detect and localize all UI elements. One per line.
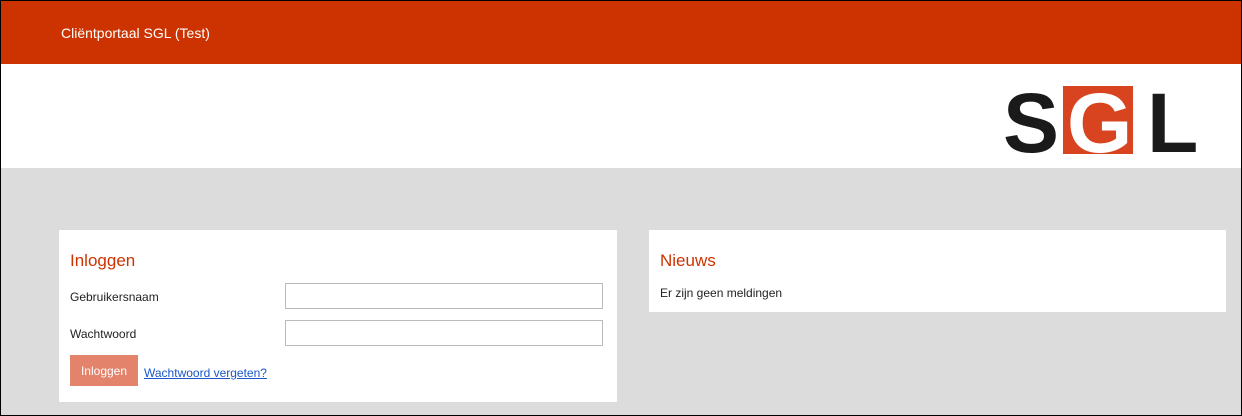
password-label: Wachtwoord	[70, 327, 137, 341]
news-panel: Nieuws Er zijn geen meldingen	[649, 230, 1226, 312]
app-title: Cliëntportaal SGL (Test)	[61, 25, 210, 41]
login-panel: Inloggen Gebruikersnaam Wachtwoord Inlog…	[59, 230, 617, 402]
header: S G L	[1, 64, 1241, 168]
news-message: Er zijn geen meldingen	[660, 286, 783, 300]
news-heading: Nieuws	[660, 251, 716, 270]
svg-text:G: G	[1067, 82, 1132, 158]
login-heading: Inloggen	[70, 251, 136, 270]
svg-text:S: S	[1003, 82, 1059, 158]
svg-text:L: L	[1147, 82, 1198, 158]
username-input[interactable]	[285, 283, 603, 309]
forgot-password-link[interactable]: Wachtwoord vergeten?	[144, 366, 267, 380]
password-input[interactable]	[285, 320, 603, 346]
page-frame: Cliëntportaal SGL (Test) S G L Inloggen …	[0, 0, 1242, 416]
username-label: Gebruikersnaam	[70, 290, 159, 304]
sgl-logo: S G L	[1003, 82, 1198, 158]
top-bar: Cliëntportaal SGL (Test)	[1, 1, 1241, 64]
login-button[interactable]: Inloggen	[70, 355, 138, 386]
